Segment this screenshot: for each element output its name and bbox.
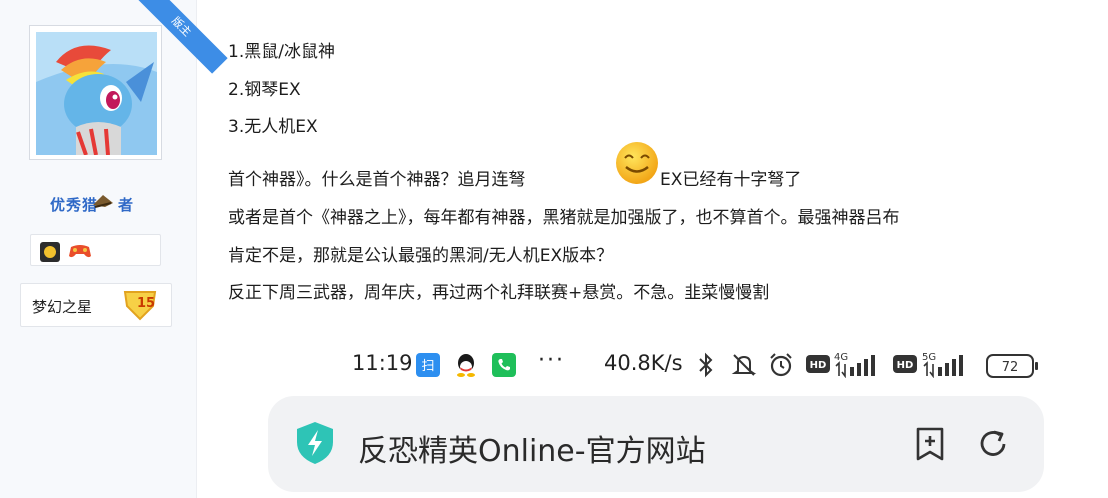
list-item: 2.钢琴EX (228, 80, 301, 100)
battery-icon: 72 (986, 354, 1038, 378)
list-item: 1.黑鼠/冰鼠神 (228, 42, 335, 62)
svg-text:4G: 4G (834, 352, 848, 363)
gamepad-medal-icon[interactable] (68, 242, 92, 260)
svg-text:72: 72 (1002, 360, 1019, 375)
phone-status-bar: 11:19 扫 ··· 40.8K/s HD 4G HD 5G 72 (352, 348, 1052, 384)
paragraph-3: 肯定不是，那就是公认最强的黑洞/无人机EX版本？ (228, 246, 614, 266)
avatar[interactable] (29, 25, 162, 160)
hd-icon: HD (806, 355, 830, 373)
svg-text:扫: 扫 (421, 359, 434, 374)
address-bar[interactable]: 反恐精英Online-官方网站 (268, 396, 1044, 492)
reload-icon[interactable] (976, 426, 1010, 462)
rank-level: 15 (136, 296, 156, 311)
paragraph-2: 或者是首个《神器之上》，每年都有神器，黑猪就是加强版了，也不算首个。最强神器吕布 (228, 208, 900, 228)
svg-text:5G: 5G (922, 352, 936, 363)
qq-icon (457, 354, 475, 377)
svg-text:HD: HD (810, 360, 827, 371)
smiley-emoji-icon (616, 142, 658, 184)
hd-icon: HD (893, 355, 917, 373)
alipay-icon: 扫 (416, 353, 440, 377)
mute-icon (731, 354, 757, 376)
rank-title: 梦幻之星 (32, 298, 93, 316)
signal-icon: 5G (922, 352, 963, 378)
signal-icon: 4G (834, 352, 875, 378)
hat-icon (93, 195, 113, 208)
user-info-panel: 版主 优秀猎者 梦幻之星 15 (0, 0, 228, 498)
net-speed: 40.8K/s (604, 351, 683, 375)
more-notifications: ··· (538, 348, 565, 373)
medal-icon[interactable] (39, 241, 61, 263)
status-time: 11:19 (352, 351, 413, 375)
list-item: 3.无人机EX (228, 117, 318, 137)
avatar-image (36, 32, 157, 155)
phone-icon (492, 353, 516, 377)
add-bookmark-icon[interactable] (913, 426, 947, 462)
shield-icon (297, 422, 333, 464)
bluetooth-icon (699, 352, 713, 378)
alarm-icon (770, 353, 792, 377)
svg-text:HD: HD (897, 360, 914, 371)
paragraph-4: 反正下周三武器，周年庆，再过两个礼拜联赛+悬赏。不急。韭菜慢慢割 (228, 283, 770, 303)
rank-card: 梦幻之星 15 (20, 283, 172, 327)
page-title[interactable]: 反恐精英Online-官方网站 (358, 426, 706, 470)
medal-list (30, 234, 161, 266)
